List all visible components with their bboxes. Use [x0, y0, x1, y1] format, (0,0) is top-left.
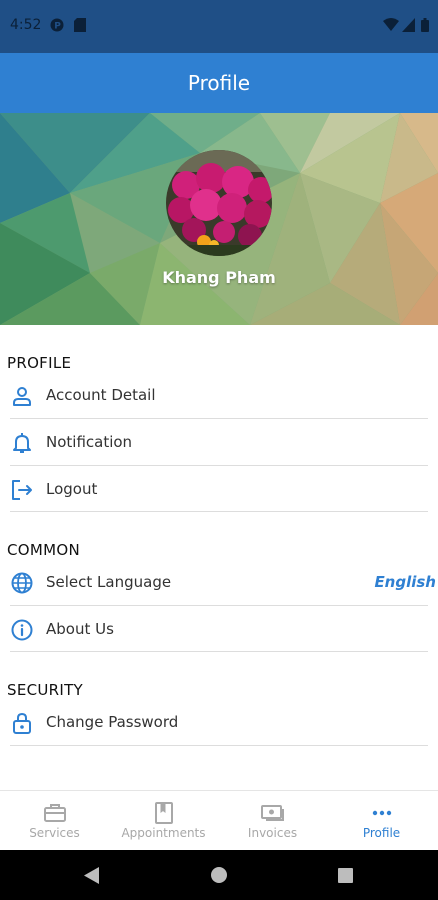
selected-language-value: English — [374, 573, 436, 591]
person-icon — [13, 387, 31, 406]
system-navigation-bar — [0, 850, 438, 900]
info-icon — [11, 619, 33, 641]
menu-item-label: Logout — [46, 480, 98, 498]
nav-label: Profile — [362, 826, 401, 840]
logout-icon — [12, 480, 32, 500]
cash-icon — [260, 805, 284, 821]
menu-item-label: About Us — [46, 620, 114, 638]
divider — [10, 511, 428, 512]
nav-tab-services[interactable]: Services — [0, 791, 109, 851]
section-title-security: SECURITY — [7, 681, 84, 699]
bell-icon — [13, 433, 31, 453]
section-title-common: COMMON — [7, 541, 80, 559]
menu-item-label: Change Password — [46, 713, 179, 731]
bottom-navigation: Services Appointments Invoices Profile — [0, 790, 438, 851]
section-title-profile: PROFILE — [7, 354, 72, 372]
menu-item-notification[interactable]: Notification — [10, 419, 428, 465]
menu-item-about-us[interactable]: About Us — [10, 606, 428, 652]
avatar-flowers-image — [166, 150, 272, 256]
nav-label: Services — [29, 826, 80, 840]
avatar[interactable] — [166, 150, 272, 256]
globe-icon — [11, 572, 33, 594]
nav-label: Invoices — [247, 826, 298, 840]
svg-text:P: P — [54, 22, 61, 32]
status-bar: 4:52 P — [0, 0, 438, 53]
briefcase-icon — [43, 804, 66, 822]
back-icon[interactable] — [84, 867, 100, 884]
menu-item-logout[interactable]: Logout — [10, 466, 428, 512]
signal-icon — [402, 18, 415, 32]
book-icon — [154, 802, 173, 824]
user-name: Khang Pham — [162, 268, 276, 287]
home-icon[interactable] — [211, 867, 227, 883]
menu-item-label: Select Language — [46, 573, 172, 591]
app-bar: Profile — [0, 53, 438, 113]
menu-item-label: Notification — [46, 433, 133, 451]
battery-icon — [421, 18, 429, 32]
app-notification-icon: P — [50, 18, 64, 32]
more-icon — [372, 810, 391, 816]
page-title: Profile — [187, 71, 251, 95]
recents-icon[interactable] — [338, 868, 353, 883]
nav-tab-profile[interactable]: Profile — [327, 791, 436, 851]
menu-item-select-language[interactable]: Select Language English — [10, 559, 436, 605]
divider — [10, 745, 428, 746]
nav-tab-appointments[interactable]: Appointments — [109, 791, 218, 851]
lock-icon — [13, 712, 31, 734]
status-time: 4:52 — [10, 17, 42, 33]
menu-item-change-password[interactable]: Change Password — [10, 699, 428, 745]
sim-card-icon — [74, 18, 86, 32]
divider — [10, 651, 428, 652]
wifi-icon — [383, 18, 399, 31]
nav-tab-invoices[interactable]: Invoices — [218, 791, 327, 851]
nav-label: Appointments — [121, 826, 206, 840]
menu-item-label: Account Detail — [46, 386, 156, 404]
menu-item-account-detail[interactable]: Account Detail — [10, 372, 428, 418]
